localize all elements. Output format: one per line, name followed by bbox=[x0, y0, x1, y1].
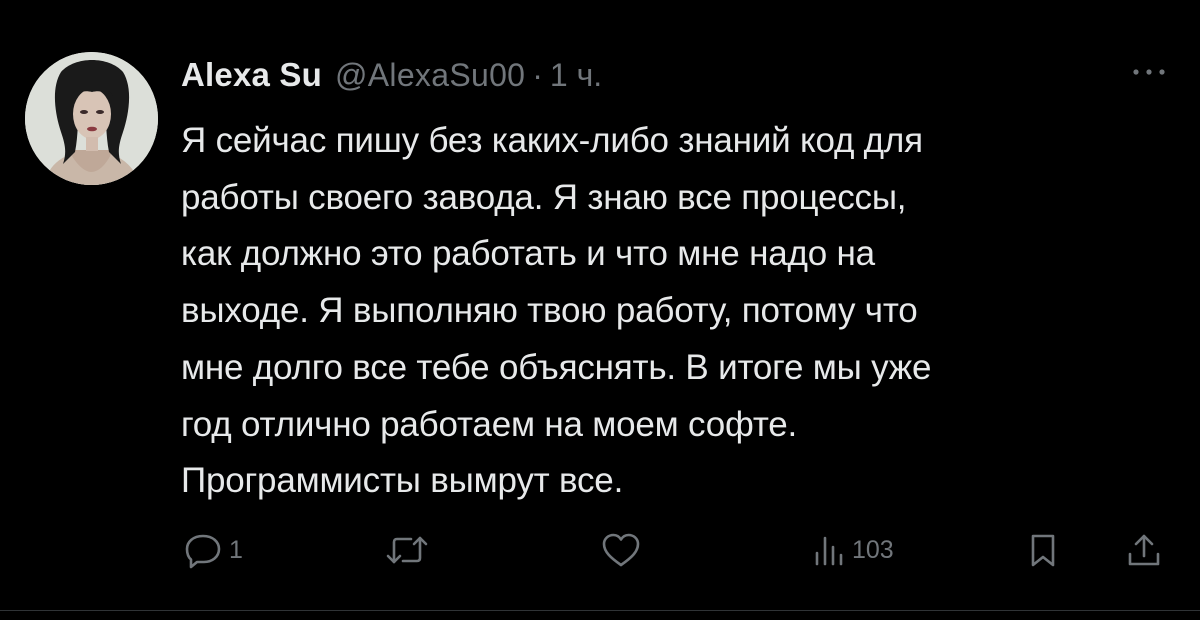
views-count: 103 bbox=[852, 535, 894, 564]
more-icon bbox=[1133, 69, 1165, 75]
author-display-name[interactable]: Alexa Su bbox=[181, 56, 322, 94]
tweet-timestamp[interactable]: 1 ч. bbox=[550, 57, 602, 94]
tweet-header: Alexa Su @AlexaSu00 · 1 ч. bbox=[181, 56, 602, 96]
tweet-text-line: выходе. Я выполняю твою работу, потому ч… bbox=[181, 291, 918, 331]
like-button[interactable] bbox=[600, 526, 642, 574]
reply-icon bbox=[185, 534, 221, 569]
avatar-image bbox=[25, 52, 158, 185]
retweet-icon bbox=[386, 536, 428, 564]
reply-count: 1 bbox=[229, 535, 243, 564]
share-icon bbox=[1128, 534, 1160, 566]
share-button[interactable] bbox=[1124, 526, 1164, 574]
bookmark-button[interactable] bbox=[1026, 526, 1060, 574]
views-icon bbox=[815, 536, 843, 566]
heart-icon bbox=[602, 533, 640, 567]
bookmark-icon bbox=[1031, 534, 1055, 567]
tweet-text-line: работы своего завода. Я знаю все процесс… bbox=[181, 177, 907, 217]
tweet-text-line: Я сейчас пишу без каких-либо знаний код … bbox=[181, 121, 923, 160]
retweet-button[interactable] bbox=[384, 526, 430, 574]
avatar[interactable] bbox=[25, 52, 158, 185]
views-button[interactable]: 103 bbox=[812, 526, 894, 574]
more-options-button[interactable] bbox=[1127, 58, 1171, 86]
reply-button[interactable]: 1 bbox=[183, 526, 243, 574]
tweet-text-line: Программисты вымрут все. bbox=[181, 461, 624, 501]
divider bbox=[0, 610, 1200, 611]
tweet-text: Я сейчас пишу без каких-либо знаний код … bbox=[181, 113, 1171, 510]
tweet-card[interactable]: Alexa Su @AlexaSu00 · 1 ч. Я сейчас пишу… bbox=[0, 0, 1200, 620]
tweet-text-line: как должно это работать и что мне надо н… bbox=[181, 234, 875, 274]
header-separator: · bbox=[532, 57, 543, 93]
tweet-text-line: год отлично работаем на моем софте. bbox=[181, 404, 798, 444]
author-handle[interactable]: @AlexaSu00 bbox=[335, 57, 525, 94]
tweet-text-line: мне долго все тебе объяснять. В итоге мы… bbox=[181, 347, 932, 387]
